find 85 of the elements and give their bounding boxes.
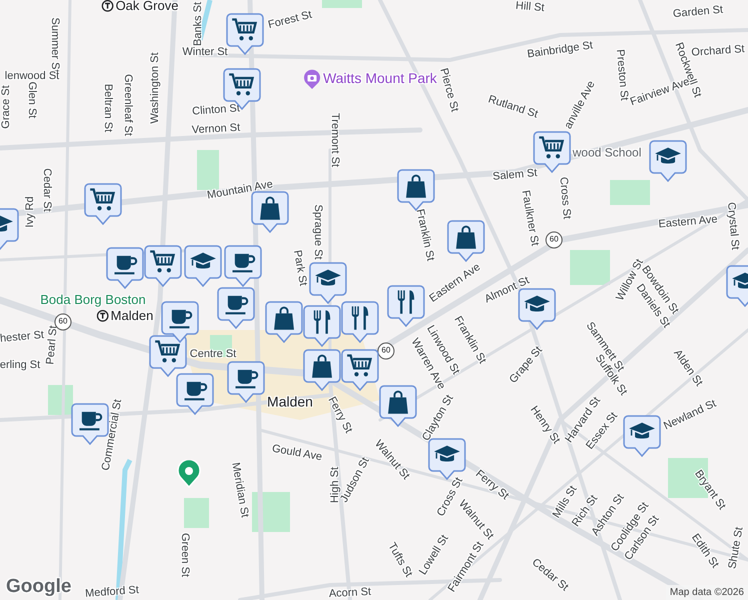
street-label: anville Ave (562, 79, 598, 131)
shopping-bag-icon (388, 390, 408, 414)
street-label: Centre St (190, 348, 236, 360)
coffee-cup-icon (232, 254, 256, 272)
fork-knife-icon (398, 290, 414, 314)
street-label: Ferry St (325, 394, 355, 436)
graduation-cap-icon (655, 148, 681, 164)
street-label: Eastern Ave (658, 213, 718, 231)
street-label: Washington St (148, 52, 162, 124)
street-label: Glen St (26, 82, 38, 118)
street-label: Sprague St (312, 204, 324, 260)
fork-knife-icon (352, 306, 368, 330)
street-label: Salem St (492, 167, 538, 183)
graduation-cap-icon (0, 216, 13, 232)
park-area (322, 0, 362, 8)
street-label: Crystal St (724, 202, 742, 250)
street-label: Preston St (614, 48, 630, 102)
coffee-cup-icon (80, 412, 102, 430)
street-label: Park St (290, 249, 310, 287)
coffee-cup-icon (236, 370, 258, 388)
google-logo: Google (6, 576, 72, 598)
map-pin-icon[interactable] (177, 460, 201, 488)
shopping-cart-icon (155, 340, 180, 362)
station-label: Malden (96, 308, 154, 324)
place-label: wood School (572, 146, 642, 160)
graduation-cap-icon (732, 272, 748, 288)
street-label: Clinton St (192, 102, 240, 118)
coffee-cup-icon (114, 256, 138, 274)
coffee-cup-icon (184, 382, 208, 400)
shopping-cart-icon (347, 354, 372, 376)
graduation-cap-icon (315, 270, 341, 286)
street-label: Vernon St (192, 122, 240, 136)
graduation-cap-icon (524, 296, 550, 312)
street-label: High St (328, 466, 341, 504)
shopping-bag-icon (456, 226, 476, 249)
fork-knife-icon (314, 310, 330, 334)
park-area (570, 250, 610, 285)
shopping-bag-icon (274, 306, 294, 330)
graduation-cap-icon (434, 446, 460, 462)
shopping-cart-icon (539, 136, 564, 158)
park-area (184, 498, 209, 528)
camera-pin-icon (303, 69, 322, 89)
street-label: Commercial St (100, 398, 124, 472)
park-area (610, 180, 650, 205)
street-label: Cross St (557, 176, 573, 220)
street-label: erling St (0, 358, 40, 372)
shopping-cart-icon (229, 73, 254, 96)
town-label: Malden (267, 394, 313, 410)
street-label: Pierce St (437, 66, 461, 114)
station-label: Oak Grove (102, 0, 178, 14)
park-label: Waitts Mount Park (303, 69, 437, 89)
street-label: Bainbridge St (526, 39, 594, 61)
street-label: Green St (178, 532, 192, 578)
street-label: hester St (0, 329, 44, 345)
street-label: Acorn St (328, 586, 372, 600)
graduation-cap-icon (629, 422, 655, 438)
shopping-bag-icon (406, 174, 426, 198)
shopping-cart-icon (90, 188, 116, 210)
shopping-bag-icon (260, 196, 280, 220)
street-label: Greenleaf St (122, 74, 134, 136)
street-label: Cedar St (40, 168, 54, 212)
street-label: Mountain Ave (206, 178, 274, 202)
place-label: Boda Borg Boston (40, 292, 146, 308)
street-label: Garden St (672, 4, 724, 20)
street-label: Forest St (266, 8, 314, 32)
street-label: Ivy Rd (24, 196, 36, 228)
street-label: Tremont St (328, 113, 342, 167)
street-label: Beltran St (102, 84, 114, 132)
graduation-cap-icon (190, 252, 216, 268)
shopping-cart-icon (232, 18, 258, 40)
transit-icon (96, 310, 109, 322)
shopping-bag-icon (312, 354, 332, 378)
street-label: Meridian St (229, 462, 251, 518)
street-label: Winter St (182, 46, 228, 58)
street-label: Grace St (0, 85, 12, 129)
street-label: Faulkner St (519, 189, 541, 247)
street-label: Gould Ave (271, 442, 323, 464)
street-label: Rutland St (486, 93, 540, 121)
shopping-cart-icon (150, 250, 176, 272)
coffee-cup-icon (226, 296, 248, 314)
street-label: Hill St (515, 0, 545, 14)
street-label: Shute St (726, 526, 746, 570)
street-label: Medford St (84, 584, 140, 600)
street-label: Franklin St (414, 208, 436, 262)
coffee-cup-icon (170, 310, 192, 328)
